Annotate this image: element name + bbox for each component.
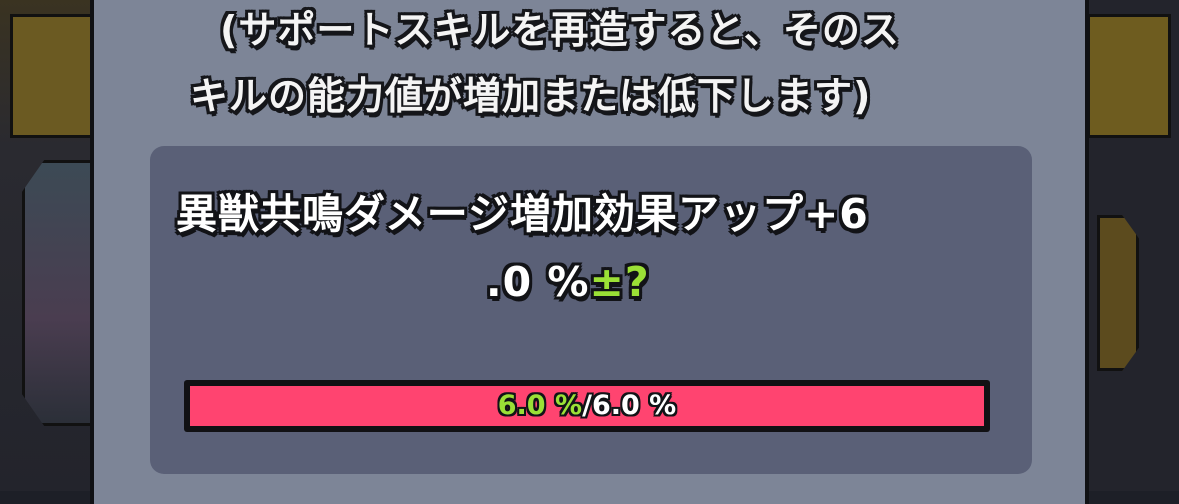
skill-value-progress-bar: 6.0 %/6.0 % [184,380,990,432]
skill-effect-line2: .0 %±? [486,258,1179,306]
skill-effect-line1: 異獣共鳴ダメージ増加効果アップ+6 [176,190,869,238]
skill-effect-panel: 異獣共鳴ダメージ増加効果アップ+6 .0 %±? 6.0 %/6.0 % [150,146,1032,474]
progress-separator: / [582,390,592,421]
background-left-card [22,160,96,426]
reforge-note-line1: (サポートスキルを再造すると、そのス [220,8,900,52]
background-left-slot [10,14,96,138]
progress-max: 6.0 % [591,390,677,421]
reforge-note-line2: キルの能力値が増加または低下します) [190,74,872,118]
skill-effect-value: .0 % [486,258,590,306]
reforge-dialog: (サポートスキルを再造すると、そのス キルの能力値が増加または低下します) 異獣… [90,0,1089,504]
skill-value-progress-label: 6.0 %/6.0 % [184,386,990,426]
skill-effect-variance: ±? [589,258,650,306]
progress-current: 6.0 % [497,390,583,421]
